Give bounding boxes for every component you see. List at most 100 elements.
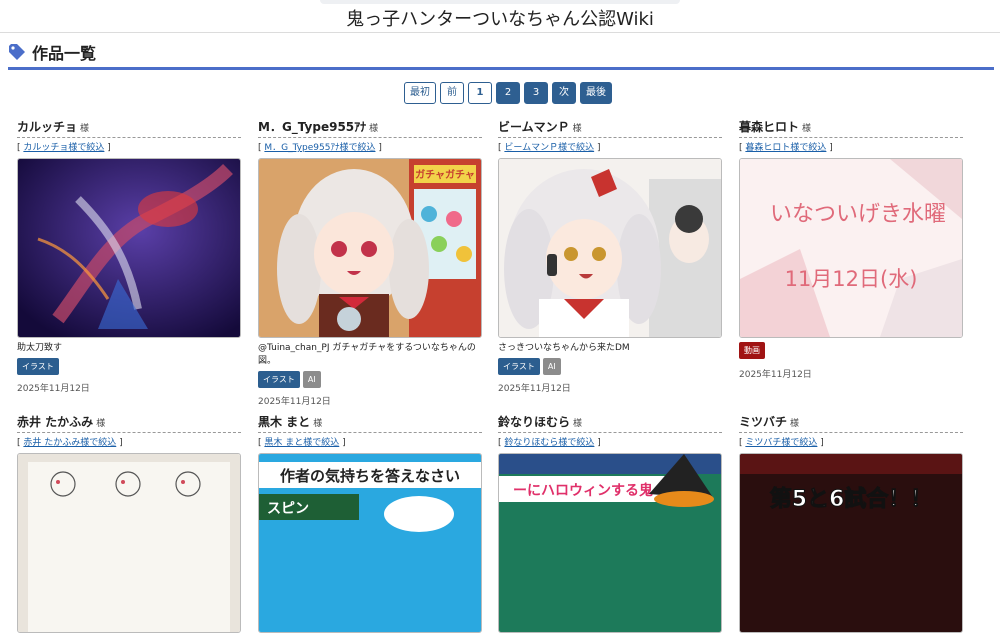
bracket-open: [ [258, 438, 262, 448]
work-date: 2025年11月12日 [739, 370, 812, 380]
work-thumbnail[interactable] [17, 158, 241, 338]
bracket-open: [ [739, 438, 743, 448]
filter-link-row: [ 暮森ヒロト様で絞込 ] [739, 141, 963, 155]
work-thumbnail[interactable] [17, 453, 241, 633]
thumb-text: 作者の気持ちを答えなさい [280, 467, 460, 485]
sama-label: 様 [573, 419, 583, 429]
section-title: 作品一覧 [32, 44, 97, 63]
author-name: ビームマンＰ [498, 120, 570, 134]
author-name: カルッチョ [17, 120, 78, 134]
thumb-text: 第5と6試合！！ [770, 486, 933, 512]
sketchbook-drawing [18, 454, 240, 632]
work-card: カルッチョ様 [ カルッチョ様で絞込 ] 助太刀致す イラスト 2025年11月… [17, 118, 241, 394]
author-name-row: M．G_Type955ｱﾅ様 [258, 118, 482, 136]
heading-divider [8, 67, 994, 70]
sama-label: 様 [790, 419, 800, 429]
filter-link-row: [ ビームマンＰ様で絞込 ] [498, 141, 722, 155]
bracket-open: [ [498, 143, 502, 153]
work-card: ビームマンＰ 様 [ ビームマンＰ様で絞込 ] さっきついなちゃんから来たDM イ… [498, 118, 722, 394]
bracket-close: ] [119, 438, 123, 448]
bracket-close: ] [829, 143, 833, 153]
filter-link-row: [ ミツバチ様で絞込 ] [739, 436, 963, 450]
quiz-thumbnail: 作者の気持ちを答えなさい スピン [259, 454, 481, 632]
video-thumbnail: いなついげき水曜 11月12日(水) [740, 159, 962, 337]
bracket-close: ] [597, 143, 601, 153]
work-thumbnail[interactable]: いなついげき水曜 11月12日(水) [739, 158, 963, 338]
badge-video[interactable]: 動画 [739, 342, 765, 359]
filter-link-row: [ 鈴なりほむら様で絞込 ] [498, 436, 722, 450]
pager-page-1[interactable]: 1 [468, 82, 492, 104]
filter-link-row: [ 黒木 まと様で絞込 ] [258, 436, 482, 450]
badge-illust[interactable]: イラスト [258, 371, 300, 388]
badge-ai[interactable]: AI [542, 358, 561, 375]
site-title[interactable]: 鬼っ子ハンターついなちゃん公認Wiki [0, 5, 1000, 31]
bracket-close: ] [342, 438, 346, 448]
work-card: 暮森ヒロト様 [ 暮森ヒロト様で絞込 ] いなついげき水曜 11月12日(水) … [739, 118, 963, 380]
site-header: 鬼っ子ハンターついなちゃん公認Wiki [0, 0, 1000, 33]
dashed-divider [17, 432, 241, 433]
filter-link-row: [ 赤井 たかふみ様で絞込 ] [17, 436, 241, 450]
work-card: 鈴なりほむら様 [ 鈴なりほむら様で絞込 ] ーにハロウィンする鬼 [498, 413, 722, 633]
pager-first[interactable]: 最初 [404, 82, 436, 104]
badge-illust[interactable]: イラスト [17, 358, 59, 375]
sama-label: 様 [802, 124, 812, 134]
author-filter-link[interactable]: 黒木 まと様で絞込 [264, 438, 339, 448]
gacha-girl-illustration: ガチャガチャ [259, 159, 481, 337]
pager-last[interactable]: 最後 [580, 82, 612, 104]
bracket-open: [ [258, 143, 262, 153]
badge-list: イラスト AI [258, 371, 482, 388]
pager-prev[interactable]: 前 [440, 82, 464, 104]
pager-next[interactable]: 次 [552, 82, 576, 104]
dashed-divider [739, 432, 963, 433]
bracket-open: [ [17, 438, 21, 448]
filter-link-row: [ カルッチョ様で絞込 ] [17, 141, 241, 155]
dashed-divider [258, 137, 482, 138]
badge-ai[interactable]: AI [302, 371, 321, 388]
author-name-row: 黒木 まと様 [258, 413, 482, 431]
section-heading: 作品一覧 [8, 42, 97, 63]
work-thumbnail[interactable] [498, 158, 722, 338]
badge-list: 動画 [739, 342, 963, 359]
work-card: 赤井 たかふみ様 [ 赤井 たかふみ様で絞込 ] [17, 413, 241, 633]
bracket-open: [ [17, 143, 21, 153]
work-card: 黒木 まと様 [ 黒木 まと様で絞込 ] 作者の気持ちを答えなさい スピン [258, 413, 482, 633]
work-card: M．G_Type955ｱﾅ様 [ M．G_Type955ｱﾅ様で絞込 ] ガチャ… [258, 118, 482, 407]
author-filter-link[interactable]: カルッチョ様で絞込 [23, 143, 104, 153]
author-filter-link[interactable]: M．G_Type955ｱﾅ様で絞込 [264, 143, 375, 153]
halloween-thumbnail: ーにハロウィンする鬼 [499, 454, 721, 632]
author-name-row: ミツバチ様 [739, 413, 963, 431]
bracket-close: ] [597, 438, 601, 448]
author-filter-link[interactable]: 赤井 たかふみ様で絞込 [23, 438, 116, 448]
work-caption: さっきついなちゃんから来たDM [498, 343, 630, 353]
pager-page-3[interactable]: 3 [524, 82, 548, 104]
work-thumbnail[interactable]: 作者の気持ちを答えなさい スピン [258, 453, 482, 633]
author-name: 赤井 たかふみ [17, 415, 94, 429]
author-name-row: ビームマンＰ 様 [498, 118, 722, 136]
thumb-date: 11月12日(水) [785, 267, 918, 291]
badge-illust[interactable]: イラスト [498, 358, 540, 375]
pager-page-2[interactable]: 2 [496, 82, 520, 104]
work-thumbnail[interactable]: ーにハロウィンする鬼 [498, 453, 722, 633]
author-filter-link[interactable]: ミツバチ様で絞込 [745, 438, 817, 448]
sama-label: 様 [96, 419, 106, 429]
bracket-open: [ [498, 438, 502, 448]
work-caption: @Tuina_chan_PJ ガチャガチャをするついなちゃんの図。 [258, 343, 476, 366]
tag-icon [9, 44, 25, 60]
author-name-row: 赤井 たかふみ様 [17, 413, 241, 431]
author-filter-link[interactable]: 暮森ヒロト様で絞込 [745, 143, 826, 153]
sama-label: 様 [313, 419, 323, 429]
filter-link-row: [ M．G_Type955ｱﾅ様で絞込 ] [258, 141, 482, 155]
author-filter-link[interactable]: ビームマンＰ様で絞込 [504, 143, 594, 153]
bracket-open: [ [739, 143, 743, 153]
work-date: 2025年11月12日 [498, 384, 571, 394]
dashed-divider [258, 432, 482, 433]
dark-purple-illustration [18, 159, 240, 337]
work-thumbnail[interactable]: ガチャガチャ [258, 158, 482, 338]
work-thumbnail[interactable]: 第5と6試合！！ [739, 453, 963, 633]
author-filter-link[interactable]: 鈴なりほむら様で絞込 [504, 438, 594, 448]
bracket-close: ] [107, 143, 111, 153]
author-name-row: カルッチョ様 [17, 118, 241, 136]
author-name: M．G_Type955ｱﾅ [258, 120, 367, 134]
author-name-row: 暮森ヒロト様 [739, 118, 963, 136]
thumb-sub: スピン [267, 501, 309, 517]
